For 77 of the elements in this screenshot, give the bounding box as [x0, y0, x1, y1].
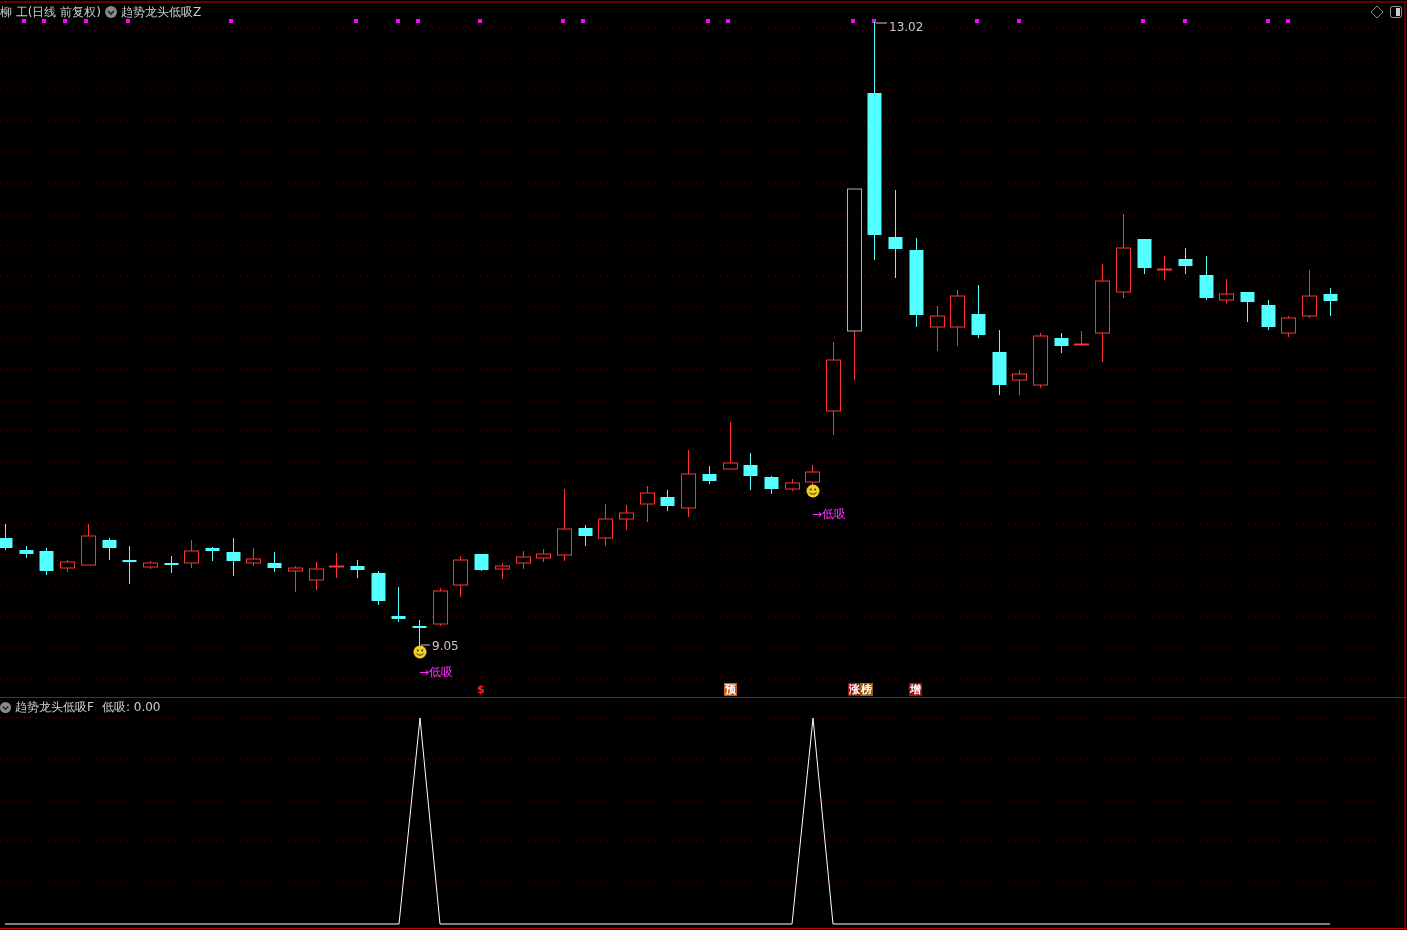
candlestick: [0, 523, 13, 551]
indicator-name: 趋势龙头低吸Z: [121, 3, 202, 21]
candlestick: [391, 586, 406, 623]
candlestick: [309, 561, 324, 591]
signal-tag: 增: [909, 683, 922, 696]
candlestick: [39, 547, 54, 576]
signal-tag: 预: [724, 683, 737, 696]
candlestick: [19, 545, 34, 559]
candlestick: [453, 555, 468, 598]
candlestick: [1302, 269, 1317, 319]
candlestick: [164, 555, 179, 574]
candlestick: [205, 546, 220, 562]
chevron-down-icon[interactable]: [105, 6, 117, 18]
candlestick: [702, 465, 717, 485]
candlestick: [619, 504, 634, 531]
candlestick: [329, 552, 344, 579]
candlestick: [267, 551, 282, 573]
candlestick: [1281, 315, 1296, 338]
candlestick: [246, 547, 261, 567]
candlestick: [992, 329, 1007, 396]
indicator-name: 趋势龙头低吸F: [15, 698, 94, 716]
candlestick: [660, 489, 675, 512]
price-label: 9.05: [432, 640, 459, 652]
candlestick: [122, 545, 137, 585]
signal-label: →低吸: [812, 508, 847, 520]
price-label: 13.02: [889, 21, 924, 33]
candlestick: [723, 421, 738, 470]
candlestick: [81, 523, 96, 566]
candlestick: [1323, 287, 1338, 317]
candlestick: [950, 289, 965, 347]
candlestick: [350, 559, 365, 579]
candlestick: [1033, 332, 1048, 389]
candlestick: [681, 449, 696, 518]
signal-tag: 榜: [860, 683, 873, 696]
smiley-icon: [806, 484, 820, 498]
candlestick: [1157, 255, 1172, 281]
candlestick: [371, 570, 386, 606]
candlestick: [785, 478, 800, 492]
candlestick: [184, 539, 199, 569]
candlestick: [598, 503, 613, 547]
candlestick: [578, 524, 593, 547]
candlestick: [971, 284, 986, 339]
candlestick: [743, 452, 758, 491]
candlestick: [805, 464, 820, 486]
candlestick: [536, 548, 551, 563]
candlestick: [1199, 255, 1214, 301]
signal-label: →低吸: [419, 666, 454, 678]
smiley-icon: [413, 645, 427, 659]
candlestick: [1012, 369, 1027, 396]
candlestick: [1219, 278, 1234, 304]
candlestick: [1178, 247, 1193, 275]
candlestick: [412, 619, 427, 647]
candlestick: [1054, 332, 1069, 354]
panel-toggle-icon[interactable]: [1390, 6, 1402, 18]
candlestick: [930, 305, 945, 352]
candlestick: [474, 553, 489, 572]
leader-line: [420, 644, 431, 646]
candlestick: [1137, 238, 1152, 275]
stock-title: 柳 工(日线 前复权): [0, 3, 101, 21]
candlestick: [433, 587, 448, 627]
candlestick: [143, 560, 158, 570]
candlestick: [640, 485, 655, 523]
signal-mark: $: [476, 683, 486, 696]
candlestick: [1240, 291, 1255, 323]
candlestick: [495, 562, 510, 580]
candlestick: [60, 559, 75, 573]
candlestick: [764, 475, 779, 495]
leader-line: [875, 22, 888, 24]
indicator-reading: 低吸: 0.00: [101, 698, 161, 716]
candlestick: [288, 565, 303, 593]
candlestick: [1261, 299, 1276, 331]
candlestick: [226, 537, 241, 577]
chevron-down-icon[interactable]: [0, 701, 11, 713]
candlestick: [516, 550, 531, 570]
diamond-icon[interactable]: [1370, 5, 1384, 19]
candlestick: [1074, 330, 1089, 347]
candlestick: [102, 537, 117, 561]
